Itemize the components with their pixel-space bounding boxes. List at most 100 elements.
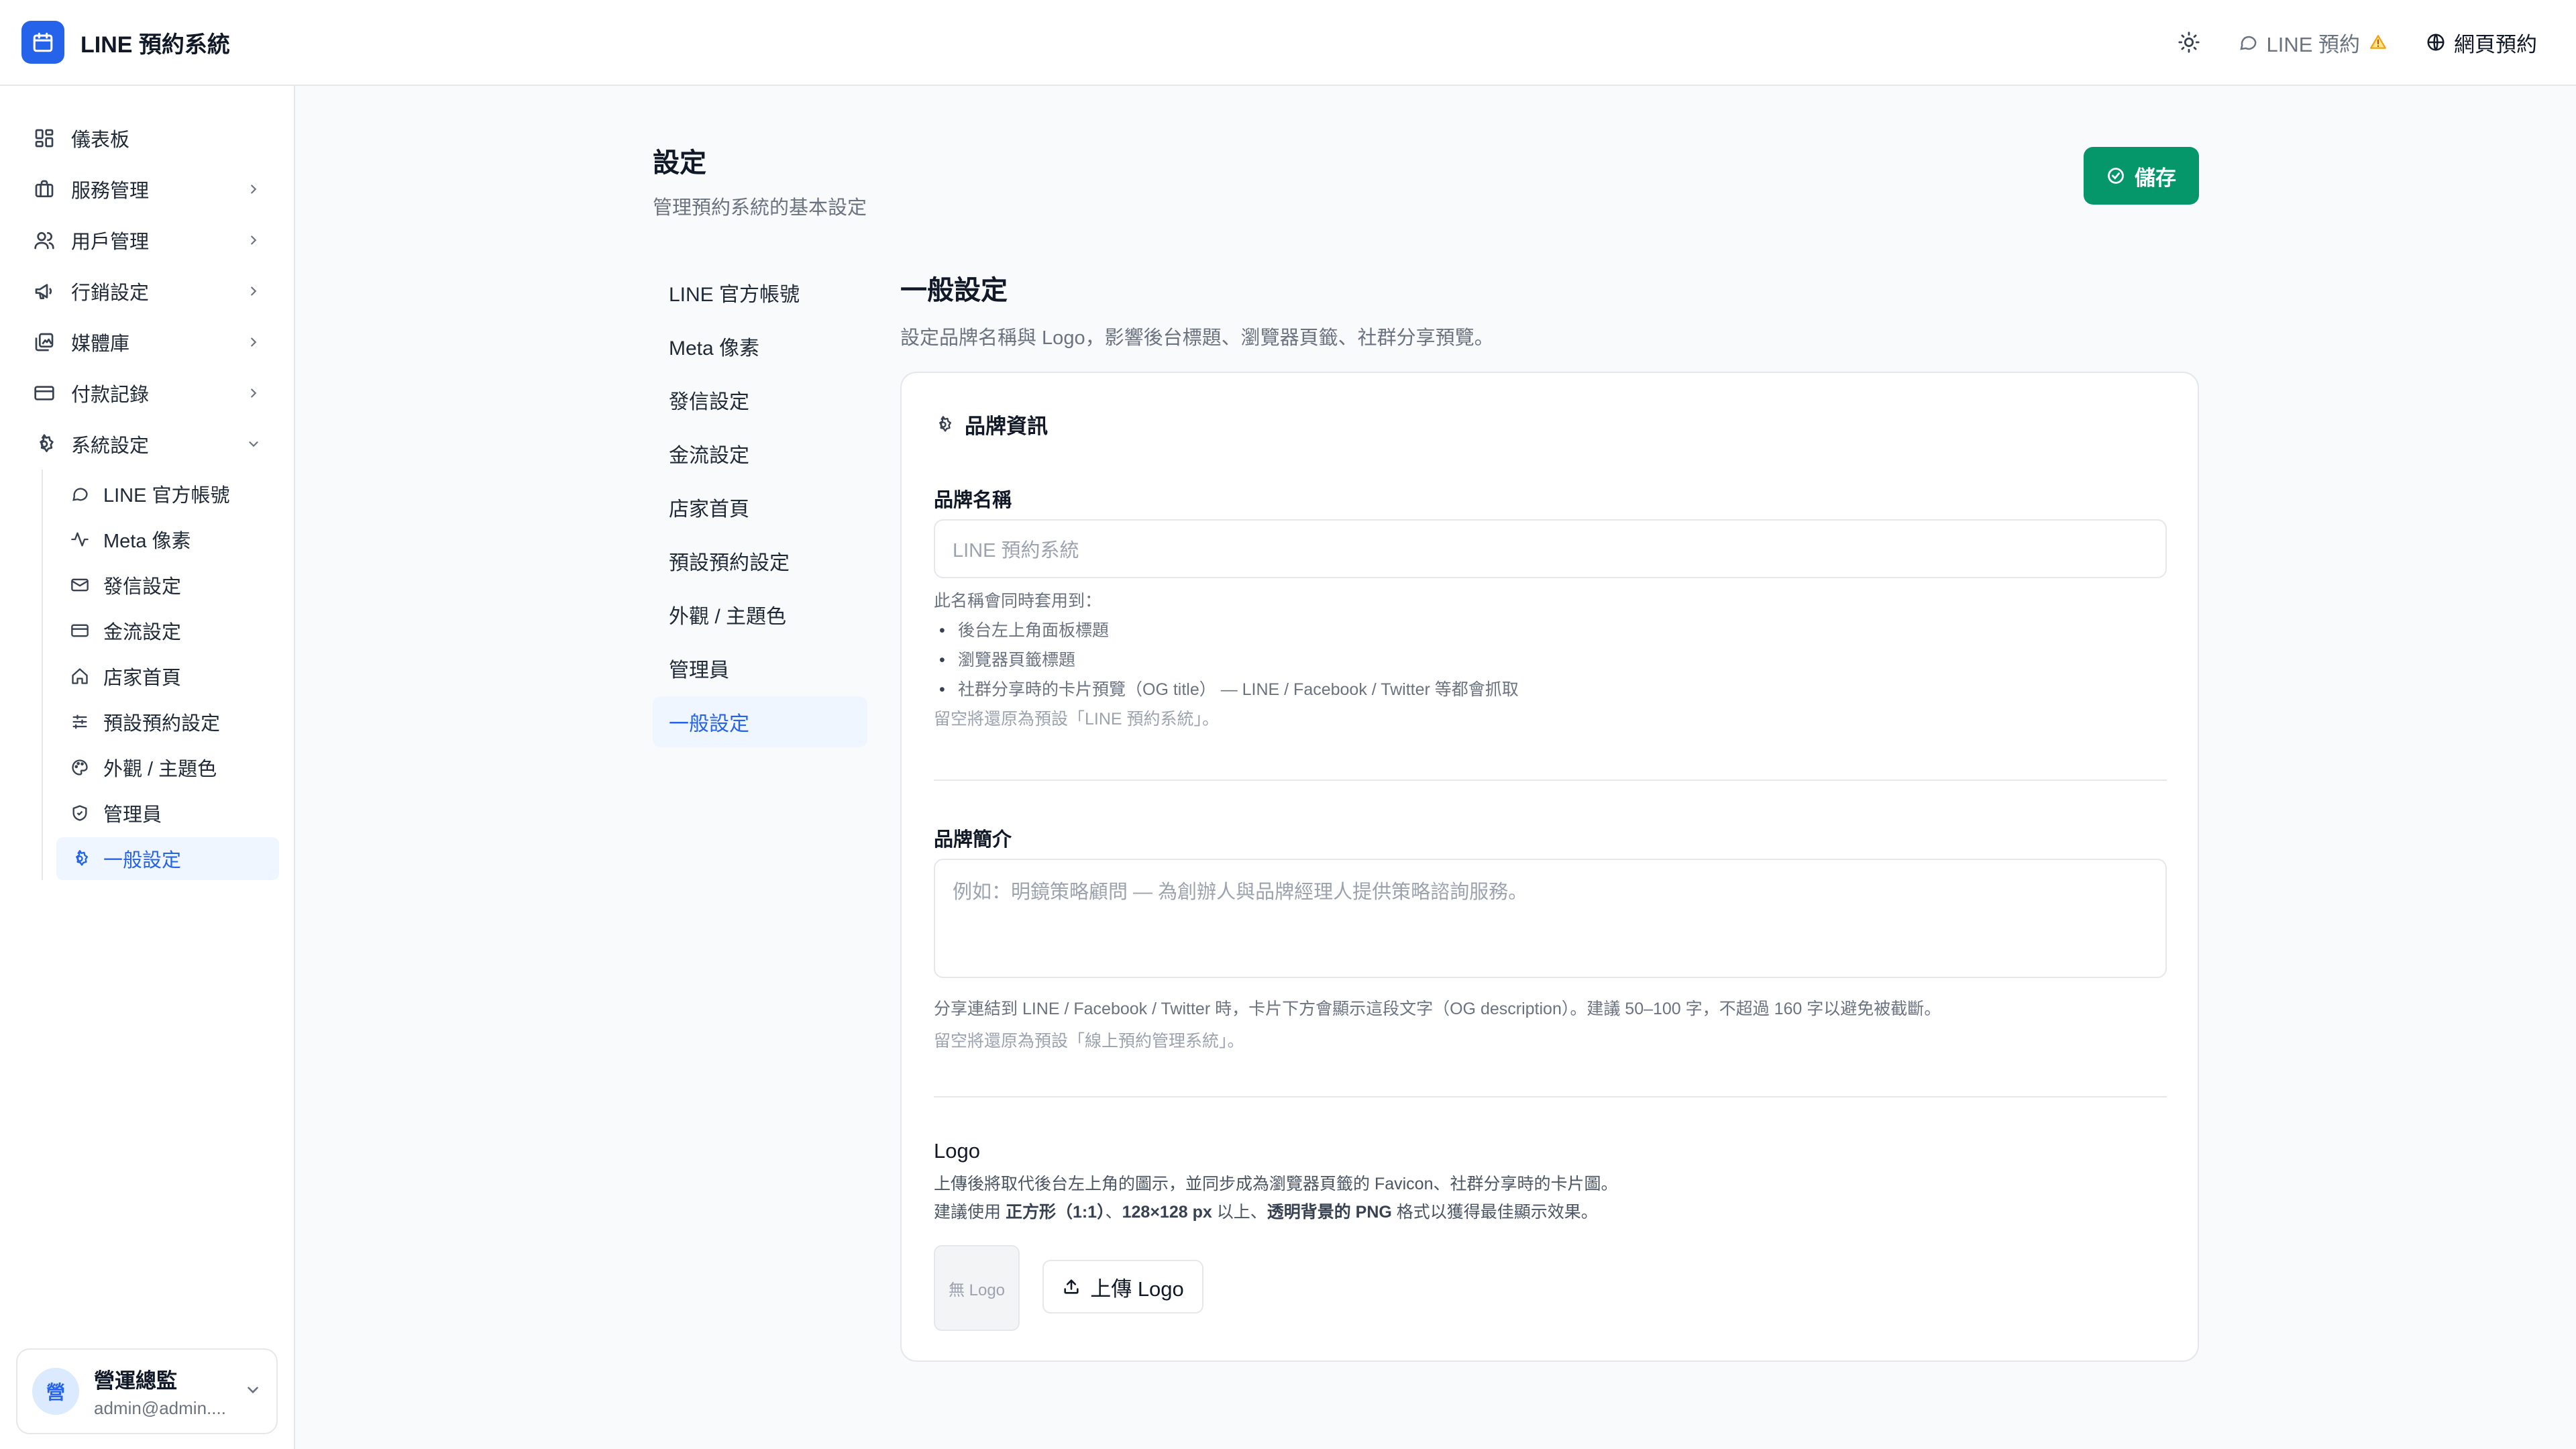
brand-name-label: 品牌名稱 [934,490,1012,511]
gear-icon [70,849,90,869]
settings-tab-line-account[interactable]: LINE 官方帳號 [653,267,867,318]
sidebar-item-dashboard[interactable]: 儀表板 [0,113,294,164]
upload-logo-label: 上傳 Logo [1090,1277,1184,1301]
line-booking-link[interactable]: LINE 預約 [2238,28,2388,58]
dashboard-icon [32,126,56,150]
chevron-right-icon [246,232,262,248]
help-item: 社群分享時的卡片預覽（OG title） — LINE / Facebook /… [934,675,1519,704]
brand-info-card: 品牌資訊 品牌名稱 LINE 預約系統 此名稱會同時套用到： 後台左上角面板標題… [900,372,2199,1362]
subnav-item-label: 外觀 / 主題色 [103,759,217,780]
subnav-item-admins[interactable]: 管理員 [56,792,279,835]
settings-tab-general[interactable]: 一般設定 [653,696,867,747]
subnav-item-default-booking[interactable]: 預設預約設定 [56,700,279,743]
settings-icon [32,432,56,456]
subnav-item-mail[interactable]: 發信設定 [56,564,279,606]
settings-tab-admins[interactable]: 管理員 [653,643,867,694]
subnav-item-appearance[interactable]: 外觀 / 主題色 [56,746,279,789]
system-settings-subnav: LINE 官方帳號 Meta 像素 發信設定 金流設定 店家首頁 預設預約設定 [42,470,294,880]
logo-label: Logo [934,1139,980,1163]
credit-card-icon [70,621,90,641]
sidebar-item-label: 服務管理 [71,180,150,202]
sidebar-item-label: 媒體庫 [71,333,130,355]
subnav-item-store-home[interactable]: 店家首頁 [56,655,279,698]
brand-intro-label: 品牌簡介 [934,829,1012,851]
save-label: 儲存 [2135,166,2176,190]
sidebar-item-label: 行銷設定 [71,282,150,304]
logo-help-1: 上傳後將取代後台左上角的圖示，並同步成為瀏覽器頁籤的 Favicon、社群分享時… [934,1175,1618,1193]
media-icon [32,330,56,354]
globe-icon [2427,34,2445,51]
theme-toggle-button[interactable] [2178,31,2200,54]
web-booking-link[interactable]: 網頁預約 [2426,28,2537,58]
sidebar-item-media[interactable]: 媒體庫 [0,317,294,368]
page-title: 設定 [653,148,706,178]
sidebar-item-system-settings[interactable]: 系統設定 [0,419,294,470]
settings-tab-mail[interactable]: 發信設定 [653,374,867,425]
card-header: 品牌資訊 [934,409,1048,439]
calendar-icon[interactable] [21,21,64,64]
subnav-item-label: 店家首頁 [103,667,182,689]
settings-tab-store-home[interactable]: 店家首頁 [653,482,867,533]
palette-icon [70,757,90,777]
sun-icon [2178,32,2200,53]
sidebar-item-label: 儀表板 [71,129,130,151]
user-menu[interactable]: 營 營運總監 admin@admin.... [16,1348,278,1434]
mail-icon [70,575,90,595]
save-button[interactable]: 儲存 [2084,147,2199,205]
activity-icon [70,529,90,549]
divider [934,780,2167,781]
page-subtitle: 管理預約系統的基本設定 [653,197,867,219]
brand-name-help: 此名稱會同時套用到： 後台左上角面板標題 瀏覽器頁籤標題 社群分享時的卡片預覽（… [934,586,1519,734]
briefcase-icon [32,177,56,201]
sidebar-item-marketing[interactable]: 行銷設定 [0,266,294,317]
upload-icon [1064,1279,1079,1294]
avatar: 營 [32,1368,79,1415]
chevron-right-icon [246,385,262,401]
subnav-item-payment[interactable]: 金流設定 [56,609,279,652]
upload-logo-button[interactable]: 上傳 Logo [1042,1260,1203,1313]
sidebar: 儀表板 服務管理 用戶管理 行銷設定 媒體庫 付款記錄 系統設定 LINE 官方… [0,86,295,1449]
subnav-item-label: LINE 官方帳號 [103,485,230,506]
brand-name-input[interactable]: LINE 預約系統 [934,519,2167,578]
section-subtitle: 設定品牌名稱與 Logo，影響後台標題、瀏覽器頁籤、社群分享預覽。 [900,327,1494,349]
settings-tab-meta-pixel[interactable]: Meta 像素 [653,321,867,372]
subnav-item-meta-pixel[interactable]: Meta 像素 [56,518,279,561]
page-header: 設定 管理預約系統的基本設定 [653,141,867,220]
home-icon [70,666,90,686]
help-item: 瀏覽器頁籤標題 [934,645,1519,675]
subnav-item-label: Meta 像素 [103,531,191,552]
subnav-item-label: 預設預約設定 [103,713,221,735]
subnav-item-label: 管理員 [103,804,162,826]
settings-nav: LINE 官方帳號 Meta 像素 發信設定 金流設定 店家首頁 預設預約設定 … [653,267,867,750]
sidebar-item-payments[interactable]: 付款記錄 [0,368,294,419]
brand-intro-help: 分享連結到 LINE / Facebook / Twitter 時，卡片下方會顯… [934,993,1941,1057]
app-title: LINE 預約系統 [80,32,230,58]
credit-card-icon [32,381,56,405]
web-booking-label: 網頁預約 [2454,32,2537,56]
section-title: 一般設定 [900,276,1008,305]
sidebar-item-label: 系統設定 [71,435,150,457]
check-circle-icon [2108,168,2124,184]
users-icon [32,228,56,252]
logo-help: 上傳後將取代後台左上角的圖示，並同步成為瀏覽器頁籤的 Favicon、社群分享時… [934,1170,1618,1226]
section-header: 一般設定 設定品牌名稱與 Logo，影響後台標題、瀏覽器頁籤、社群分享預覽。 [900,268,1494,350]
settings-tab-default-booking[interactable]: 預設預約設定 [653,535,867,586]
logo-help-2: 建議使用 正方形（1:1）、128×128 px 以上、透明背景的 PNG 格式… [934,1203,1598,1222]
subnav-item-line-account[interactable]: LINE 官方帳號 [56,472,279,515]
sidebar-item-services[interactable]: 服務管理 [0,164,294,215]
shield-icon [70,803,90,823]
sidebar-item-users[interactable]: 用戶管理 [0,215,294,266]
settings-tab-appearance[interactable]: 外觀 / 主題色 [653,589,867,640]
settings-tab-payment[interactable]: 金流設定 [653,428,867,479]
subnav-item-general[interactable]: 一般設定 [56,837,279,880]
user-email: admin@admin.... [94,1398,226,1418]
chat-icon [70,484,90,504]
brand-intro-textarea[interactable]: 例如：明鏡策略顧問 — 為創辦人與品牌經理人提供策略諮詢服務。 [934,859,2167,978]
sliders-icon [70,712,90,732]
gear-icon [939,415,952,431]
help-item: 後台左上角面板標題 [934,616,1519,645]
chevron-down-icon [246,436,262,452]
help-text: 分享連結到 LINE / Facebook / Twitter 時，卡片下方會顯… [934,1000,1941,1018]
divider [934,1096,2167,1097]
sidebar-item-label: 用戶管理 [71,231,150,253]
